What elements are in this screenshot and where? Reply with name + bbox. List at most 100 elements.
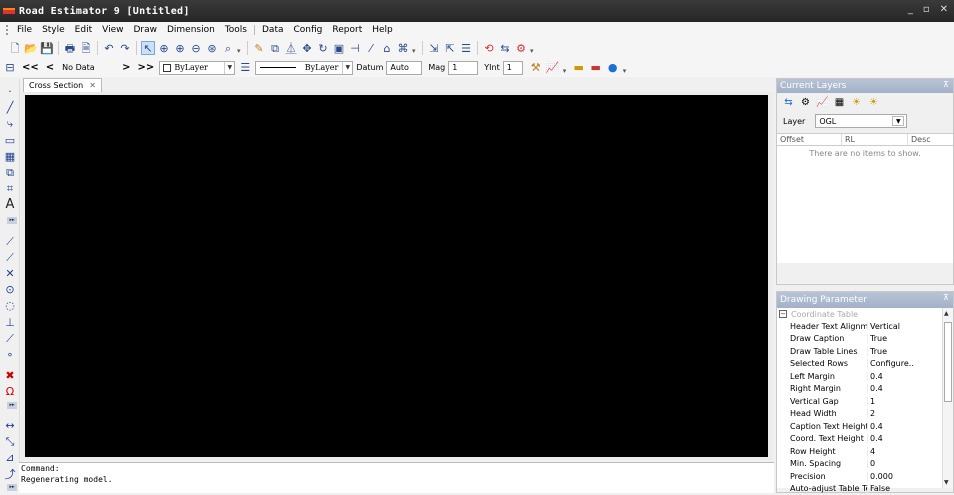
property-grid[interactable]: − Coordinate Table Header Text AlignmenV… — [777, 308, 953, 488]
property-scrollbar[interactable]: ▲ ▼ — [942, 308, 953, 488]
property-row[interactable]: Precision0.000 — [777, 470, 953, 483]
layer-points-list[interactable]: Offset RL Desc There are no items to sho… — [777, 133, 953, 263]
property-row[interactable]: Coord. Text Height0.4 — [777, 433, 953, 446]
property-value[interactable]: 0 — [867, 459, 953, 468]
property-row[interactable]: Right Margin0.4 — [777, 383, 953, 396]
pavement-icon[interactable]: ▬ — [589, 61, 603, 75]
print-icon[interactable]: 🖶 — [63, 41, 77, 55]
endpoint-snap-icon[interactable]: ⟋ — [3, 235, 17, 248]
datum-field[interactable]: Auto — [386, 61, 422, 75]
mirror-icon[interactable]: ⏅ — [284, 41, 298, 55]
property-value[interactable]: 0.4 — [867, 422, 953, 431]
zoom-window-icon[interactable]: ⊕ — [157, 41, 171, 55]
menu-file[interactable]: File — [12, 25, 37, 35]
property-value[interactable]: 1 — [867, 397, 953, 406]
scale-icon[interactable]: ▣ — [332, 41, 346, 55]
polyline-icon[interactable]: ⤷ — [3, 117, 17, 130]
pin-icon[interactable]: ⊼ — [943, 80, 949, 89]
help-circle-icon[interactable]: ● — [606, 61, 620, 75]
mag-field[interactable]: 1 — [448, 61, 478, 75]
intersection-snap-icon[interactable]: ✕ — [3, 267, 17, 280]
extend-icon[interactable]: ⁄ — [364, 41, 378, 55]
menu-view[interactable]: View — [97, 25, 128, 35]
point-icon[interactable]: · — [3, 85, 17, 98]
tangent-snap-icon[interactable]: ⟋ — [3, 332, 17, 345]
scroll-up-icon[interactable]: ▲ — [944, 310, 949, 317]
block-icon[interactable]: ⧉ — [3, 166, 17, 179]
nearest-snap-icon[interactable]: ∘ — [3, 348, 17, 361]
linetype-combo[interactable]: ByLayer ▼ — [255, 61, 353, 75]
layer-chart-icon[interactable]: 📈 — [816, 96, 829, 109]
line-icon[interactable]: ╱ — [3, 101, 17, 114]
property-value[interactable]: 4 — [867, 447, 953, 456]
layer-properties-icon[interactable]: ⌘ — [396, 41, 410, 55]
regenerate-icon[interactable]: ⟲ — [482, 41, 496, 55]
menu-style[interactable]: Style — [37, 25, 70, 35]
layer-on-icon[interactable]: ☀ — [850, 96, 863, 109]
yint-field[interactable]: 1 — [503, 61, 523, 75]
menu-data[interactable]: Data — [257, 25, 289, 35]
column-offset[interactable]: Offset — [777, 134, 842, 145]
close-button[interactable]: ✕ — [940, 4, 948, 15]
property-value[interactable]: 0.4 — [867, 372, 953, 381]
hatch-icon[interactable]: ▦ — [3, 150, 17, 163]
layer-combo[interactable]: OGL ▼ — [815, 114, 907, 128]
menu-config[interactable]: Config — [289, 25, 328, 35]
settings-icon[interactable]: ⚒ — [529, 61, 543, 75]
property-value[interactable]: 0.4 — [867, 384, 953, 393]
property-value[interactable]: 0.000 — [867, 472, 953, 481]
frame-icon[interactable]: ⌗ — [3, 182, 17, 195]
trim-icon[interactable]: ⊣ — [348, 41, 362, 55]
import-icon[interactable]: ⇲ — [427, 41, 441, 55]
property-row[interactable]: Head Width2 — [777, 408, 953, 421]
layer-manager-icon[interactable]: ⚙ — [799, 96, 812, 109]
menu-report[interactable]: Report — [327, 25, 367, 35]
property-value[interactable]: True — [867, 347, 953, 356]
property-row[interactable]: Min. Spacing0 — [777, 458, 953, 471]
open-folder-icon[interactable]: 📂 — [24, 41, 38, 55]
copy-icon[interactable]: ⧉ — [268, 41, 282, 55]
center-snap-icon[interactable]: ⊙ — [3, 283, 17, 296]
property-row[interactable]: Row Height4 — [777, 445, 953, 458]
scroll-thumb[interactable] — [944, 322, 952, 402]
road-icon[interactable]: ▬ — [572, 61, 586, 75]
menu-draw[interactable]: Draw — [128, 25, 162, 35]
layer-grid-icon[interactable]: ▦ — [833, 96, 846, 109]
report-icon[interactable]: ☰ — [459, 41, 473, 55]
rectangle-icon[interactable]: ▭ — [3, 134, 17, 147]
zoom-out-icon[interactable]: ⊖ — [189, 41, 203, 55]
menu-tools[interactable]: Tools — [220, 25, 252, 35]
menu-dimension[interactable]: Dimension — [162, 25, 220, 35]
property-row[interactable]: Left Margin0.4 — [777, 370, 953, 383]
minimize-button[interactable]: _ — [908, 4, 913, 15]
export-icon[interactable]: ⇱ — [443, 41, 457, 55]
property-row[interactable]: Auto-adjust Table TextFalse — [777, 483, 953, 495]
rotate-icon[interactable]: ↻ — [316, 41, 330, 55]
expand-icon[interactable]: ▸▸ — [7, 402, 17, 409]
property-value[interactable]: False — [867, 484, 953, 493]
scroll-down-icon[interactable]: ▼ — [944, 479, 949, 486]
refresh-layers-icon[interactable]: ⇆ — [782, 96, 795, 109]
leader-icon[interactable]: ⤴ — [3, 468, 17, 481]
column-rl[interactable]: RL — [842, 134, 908, 145]
chart-icon[interactable]: 📈 — [546, 61, 560, 75]
first-section-button[interactable]: << — [20, 62, 41, 73]
section-list-icon[interactable]: ⊟ — [3, 61, 17, 75]
maximize-button[interactable]: ▫ — [923, 4, 930, 15]
properties-icon[interactable]: ⌂ — [380, 41, 394, 55]
redo-icon[interactable]: ↷ — [118, 41, 132, 55]
property-row[interactable]: Selected RowsConfigure.. — [777, 358, 953, 371]
move-icon[interactable]: ✥ — [300, 41, 314, 55]
undo-icon[interactable]: ↶ — [102, 41, 116, 55]
drawing-canvas[interactable] — [25, 95, 768, 457]
menu-help[interactable]: Help — [367, 25, 398, 35]
property-row[interactable]: Vertical Gap1 — [777, 395, 953, 408]
last-section-button[interactable]: >> — [136, 62, 157, 73]
menu-edit[interactable]: Edit — [70, 25, 97, 35]
command-panel[interactable]: Command: Regenerating model. — [19, 462, 774, 493]
text-icon[interactable]: A — [3, 198, 17, 211]
toolbar-overflow-icon[interactable]: ▾ — [237, 41, 243, 55]
pin-icon[interactable]: ⊼ — [943, 293, 949, 302]
close-icon[interactable]: ✕ — [89, 81, 96, 90]
property-value[interactable]: Configure.. — [867, 359, 953, 368]
